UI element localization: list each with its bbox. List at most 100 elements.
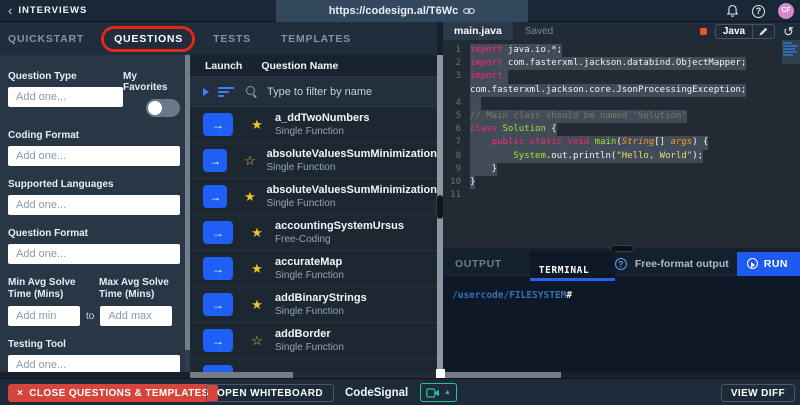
code-text [470,97,481,110]
favorite-star-outline-icon[interactable]: ☆ [249,333,265,349]
tab-quickstart[interactable]: QUICKSTART [8,33,84,45]
question-type: Single Function [275,270,344,281]
language-value[interactable]: Java [716,26,752,37]
filter-by-name-input[interactable]: Type to filter by name [267,86,372,98]
code-text: // Main class should be named 'Solution' [470,110,687,123]
question-row[interactable]: →★accurateMapSingle Function [190,251,437,287]
back-label: INTERVIEWS [18,5,87,16]
code-text: import java.io.*; [470,44,562,57]
question-row[interactable]: → ★ a_ddTwoNumbersSingle Function [190,107,437,143]
close-questions-templates-button[interactable]: × CLOSE QUESTIONS & TEMPLATES [8,384,218,402]
console-bar: OUTPUT TERMINAL ? Free-format output RUN [443,252,800,276]
tab-questions-label: QUESTIONS [114,33,183,45]
filter-icon[interactable] [218,87,234,97]
search-icon [246,86,257,97]
favorite-star-filled-icon[interactable]: ★ [249,297,265,313]
help-icon[interactable]: ? [752,5,765,18]
terminal-prompt: /usercode/FILESYSTEM# [452,290,572,301]
scrollbar-corner [436,369,445,378]
app-window: ‹ INTERVIEWS https://codesign.al/T6Wc ? … [0,0,800,405]
edit-pencil-icon[interactable] [753,27,774,36]
favorite-star-outline-icon[interactable]: ☆ [243,153,256,169]
question-meta: absoluteValuesSumMinimizationSingle Func… [266,184,437,209]
expand-groups-icon[interactable] [203,88,209,96]
min-solve-input[interactable] [8,306,80,326]
file-tab-main-java[interactable]: main.java [443,22,513,40]
launch-question-button[interactable]: → [203,365,233,372]
launch-question-button[interactable]: → [203,185,227,208]
line-number: 11 [443,189,470,202]
session-url[interactable]: https://codesign.al/T6Wc [276,0,528,22]
save-status: Saved [525,26,553,37]
code-line: 8 System.out.println("Hello, World"); [443,150,800,163]
tab-templates[interactable]: TEMPLATES [281,33,351,45]
line-number [443,84,470,97]
coding-format-input[interactable] [8,146,180,166]
launch-question-button[interactable]: → [203,329,233,352]
tab-output[interactable]: OUTPUT [455,258,502,270]
question-row[interactable]: →★accountingSystemUrsusFree-Coding [190,215,437,251]
code-line: 1import java.io.*; [443,44,800,57]
run-label: RUN [764,258,788,270]
line-number: 10 [443,176,470,189]
line-number: 8 [443,150,470,163]
play-icon [747,258,758,269]
launch-question-button[interactable]: → [203,149,227,172]
view-diff-button[interactable]: VIEW DIFF [721,384,795,402]
supported-languages-input[interactable] [8,195,180,215]
code-text: public static void main(String[] args) { [470,136,708,149]
reset-code-icon[interactable]: ↺ [783,25,794,38]
link-icon [463,7,475,15]
notifications-bell-icon[interactable] [726,4,739,18]
question-type: Single Function [266,162,437,173]
launch-question-button[interactable]: → [203,221,233,244]
code-area[interactable]: 1import java.io.*;2import com.fasterxml.… [443,40,800,248]
question-meta: a_ddTwoNumbersSingle Function [275,112,370,137]
question-list: Launch Question Name Type to filter by n… [190,55,437,372]
question-type-input[interactable] [8,87,123,107]
terminal-cursor: # [566,290,572,301]
free-format-help-icon[interactable]: ? [615,258,627,270]
launch-question-button[interactable]: → [203,113,233,136]
tab-tests[interactable]: TESTS [213,33,251,45]
favorite-star-filled-icon[interactable]: ★ [249,261,265,277]
camera-toggle-button[interactable]: ▲ [420,383,457,402]
open-whiteboard-button[interactable]: OPEN WHITEBOARD [206,384,334,402]
tab-terminal[interactable]: TERMINAL [530,251,615,281]
question-name: absoluteValuesSumMinimization [266,184,437,196]
testing-tool-input[interactable] [8,355,180,372]
coding-format-label: Coding Format [8,130,180,141]
question-row[interactable]: → ★ absoluteValuesSumMinimizationSingle Fu… [190,179,437,215]
tab-questions[interactable]: QUESTIONS [114,33,183,45]
run-button[interactable]: RUN [737,252,800,276]
question-row[interactable]: → ★ addBinaryStringsSingle Function [190,287,437,323]
max-solve-input[interactable] [100,306,172,326]
question-format-input[interactable] [8,244,180,264]
question-row[interactable]: →☆addEven [190,359,437,372]
question-meta: addBorderSingle Function [275,328,344,353]
code-line: 3import [443,70,800,83]
favorite-star-filled-icon[interactable]: ★ [249,117,265,133]
code-text: class Solution { [470,123,557,136]
line-number: 2 [443,57,470,70]
launch-question-button[interactable]: → [203,257,233,280]
avatar[interactable]: CF [778,3,794,19]
line-number: 3 [443,70,470,83]
favorite-star-filled-icon[interactable]: ★ [243,189,256,205]
launch-question-button[interactable]: → [203,293,233,316]
bottom-bar: × CLOSE QUESTIONS & TEMPLATES OPEN WHITE… [0,378,800,405]
favorite-star-filled-icon[interactable]: ★ [249,225,265,241]
question-type-label: Question Type [8,71,123,82]
question-name: addBinaryStrings [275,292,367,304]
question-meta: addBinaryStringsSingle Function [275,292,367,317]
range-joiner: to [86,311,94,322]
terminal-panel[interactable]: /usercode/FILESYSTEM# [443,276,800,372]
back-to-interviews[interactable]: ‹ INTERVIEWS [8,4,87,17]
code-line: 2import com.fasterxml.jackson.databind.O… [443,57,800,70]
code-text: import com.fasterxml.jackson.databind.Ob… [470,57,746,70]
my-favorites-toggle[interactable] [146,99,180,117]
output-splitter[interactable] [443,248,800,252]
question-row[interactable]: →☆absoluteValuesSumMinimizationSingle Fu… [190,143,437,179]
question-row[interactable]: → ☆ addBorderSingle Function [190,323,437,359]
url-text: https://codesign.al/T6Wc [329,5,459,17]
